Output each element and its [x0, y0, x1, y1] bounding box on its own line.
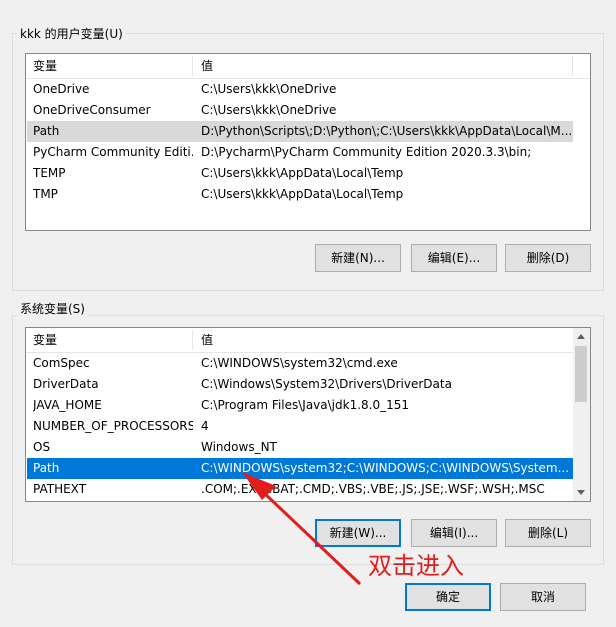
- annotation-arrow-icon: [242, 472, 362, 586]
- cancel-button[interactable]: 取消: [500, 583, 586, 611]
- ok-button[interactable]: 确定: [405, 583, 491, 611]
- annotation-text: 双击进入: [368, 552, 464, 580]
